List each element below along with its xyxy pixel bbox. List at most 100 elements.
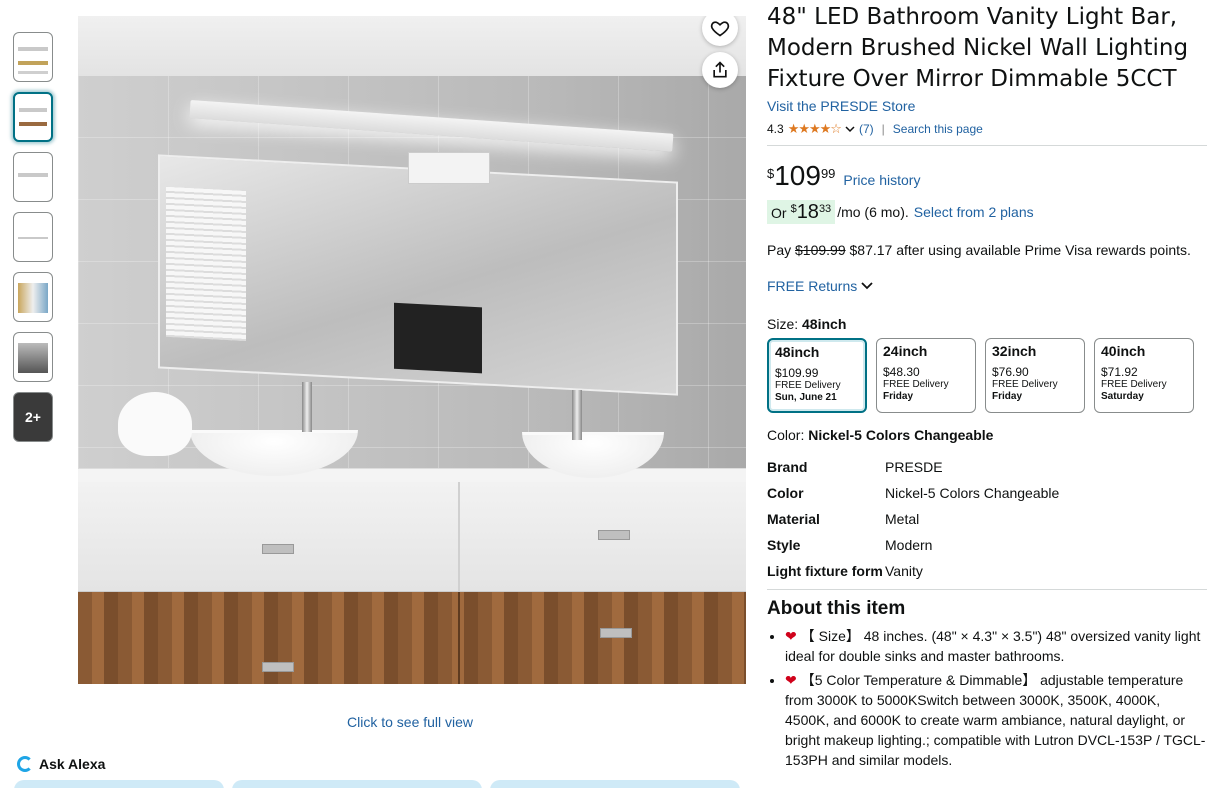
prime-visa-offer: Pay $109.99 $87.17 after using available…	[767, 242, 1207, 258]
size-name: 32inch	[992, 343, 1037, 359]
full-view-link[interactable]: Click to see full view	[347, 714, 473, 730]
pay-prefix: Pay	[767, 242, 792, 258]
price-whole: 109	[774, 160, 821, 191]
size-price: $76.90	[992, 365, 1029, 379]
thumbnail[interactable]	[13, 32, 53, 82]
rating-row: 4.3 ★★★★☆ (7) | Search this page	[767, 121, 1207, 137]
price: $ 109 99 Price history	[767, 162, 1207, 190]
review-count-link[interactable]: (7)	[859, 122, 874, 136]
store-link[interactable]: Visit the PRESDE Store	[767, 98, 915, 114]
size-delivery: FREE Delivery Sun, June 21	[775, 380, 859, 404]
divider: |	[881, 122, 885, 136]
main-product-image[interactable]	[78, 16, 746, 684]
divider	[767, 145, 1207, 146]
about-bullet: ❤【5 Color Temperature & Dimmable】 adjust…	[785, 670, 1207, 770]
size-delivery: FREE Delivery Friday	[992, 379, 1078, 403]
spec-row: Color Nickel-5 Colors Changeable	[767, 483, 1207, 503]
alexa-icon	[17, 756, 33, 772]
size-option-32inch[interactable]: 32inch $76.90 FREE Delivery Friday	[985, 338, 1085, 413]
delivery-label: FREE Delivery	[775, 380, 841, 391]
price-symbol: $	[767, 166, 775, 181]
pay-rest: $87.17 after using available Prime Visa …	[849, 242, 1191, 258]
product-title: 48" LED Bathroom Vanity Light Bar, Moder…	[767, 4, 1189, 92]
thumbnail[interactable]	[13, 152, 53, 202]
ask-alexa[interactable]: Ask Alexa	[17, 756, 105, 772]
original-price: $109.99	[795, 242, 846, 258]
size-price: $71.92	[1101, 365, 1138, 379]
star-rating-icon[interactable]: ★★★★☆	[788, 121, 842, 137]
monthly-whole: 18	[796, 201, 819, 223]
thumbnail[interactable]	[13, 212, 53, 262]
thumbnail-selected[interactable]	[13, 92, 53, 142]
divider	[767, 589, 1207, 590]
thumbnail-strip: 2+	[13, 32, 55, 452]
delivery-day: Sun, June 21	[775, 392, 837, 403]
spec-value: Metal	[885, 511, 920, 527]
spec-value: Vanity	[885, 563, 923, 579]
more-images-button[interactable]: 2+	[13, 392, 53, 442]
monthly-payment: Or $ 18 33 /mo (6 mo). Select from 2 pla…	[767, 200, 1207, 224]
spec-value: Nickel-5 Colors Changeable	[885, 485, 1060, 501]
spec-key: Material	[767, 511, 820, 527]
price-history-link[interactable]: Price history	[843, 172, 920, 188]
size-label: Size: 48inch	[767, 316, 1207, 332]
heart-icon: ❤	[785, 672, 797, 688]
spec-row: Style Modern	[767, 535, 1207, 555]
color-label: Color: Nickel-5 Colors Changeable	[767, 427, 1207, 443]
delivery-label: FREE Delivery	[992, 379, 1058, 390]
spec-key: Light fixture form	[767, 563, 883, 579]
size-option-40inch[interactable]: 40inch $71.92 FREE Delivery Saturday	[1094, 338, 1194, 413]
about-heading: About this item	[767, 598, 906, 619]
alexa-suggestion-pill[interactable]	[232, 780, 482, 788]
monthly-suffix: /mo (6 mo).	[837, 204, 909, 220]
spec-row: Material Metal	[767, 509, 1207, 529]
color-label-text: Color:	[767, 427, 805, 443]
chevron-down-icon[interactable]	[845, 125, 855, 133]
alexa-suggestion-pill[interactable]	[14, 780, 224, 788]
heart-icon: ❤	[785, 628, 797, 644]
about-bullet-text: 【 Size】 48 inches. (48" × 4.3" × 3.5") 4…	[785, 628, 1201, 664]
color-selected: Nickel-5 Colors Changeable	[808, 427, 994, 443]
price-fraction: 99	[820, 166, 836, 181]
size-price: $109.99	[775, 366, 819, 380]
size-name: 24inch	[883, 343, 928, 359]
chevron-down-icon	[861, 282, 873, 290]
product-details: 48" LED Bathroom Vanity Light Bar, Moder…	[767, 2, 1207, 774]
size-option-48inch[interactable]: 48inch $109.99 FREE Delivery Sun, June 2…	[767, 338, 867, 413]
spec-key: Style	[767, 537, 801, 553]
size-label-text: Size:	[767, 316, 799, 332]
spec-row: Brand PRESDE	[767, 457, 1207, 477]
ask-alexa-label: Ask Alexa	[39, 756, 106, 772]
delivery-day: Saturday	[1101, 391, 1144, 402]
size-delivery: FREE Delivery Friday	[883, 379, 969, 403]
size-price: $48.30	[883, 365, 920, 379]
spec-value: PRESDE	[885, 459, 943, 475]
spec-key: Color	[767, 485, 804, 501]
about-bullets: ❤【 Size】 48 inches. (48" × 4.3" × 3.5") …	[767, 626, 1207, 770]
size-options: 48inch $109.99 FREE Delivery Sun, June 2…	[767, 338, 1207, 413]
thumbnail[interactable]	[13, 272, 53, 322]
bathroom-vanity-photo	[78, 16, 746, 684]
search-this-page-link[interactable]: Search this page	[893, 122, 983, 136]
size-delivery: FREE Delivery Saturday	[1101, 379, 1187, 403]
alexa-suggestion-pill[interactable]	[490, 780, 740, 788]
monthly-symbol: $	[790, 203, 797, 215]
free-returns-link[interactable]: FREE Returns	[767, 278, 1207, 294]
alexa-suggestions	[14, 780, 740, 788]
thumbnail[interactable]	[13, 332, 53, 382]
spec-key: Brand	[767, 459, 808, 475]
specs-table: Brand PRESDE Color Nickel-5 Colors Changea…	[767, 457, 1207, 581]
heart-outline-icon	[710, 21, 730, 37]
size-name: 40inch	[1101, 343, 1146, 359]
share-icon	[713, 61, 727, 78]
rating-value: 4.3	[767, 122, 784, 136]
size-option-24inch[interactable]: 24inch $48.30 FREE Delivery Friday	[876, 338, 976, 413]
monthly-fraction: 33	[818, 203, 832, 215]
delivery-day: Friday	[883, 391, 914, 402]
delivery-label: FREE Delivery	[883, 379, 949, 390]
monthly-prefix: Or	[771, 205, 787, 221]
share-button[interactable]	[702, 52, 738, 88]
select-plans-link[interactable]: Select from 2 plans	[914, 204, 1034, 220]
monthly-price-highlight: Or $ 18 33	[767, 200, 836, 224]
free-returns-label: FREE Returns	[767, 278, 858, 294]
